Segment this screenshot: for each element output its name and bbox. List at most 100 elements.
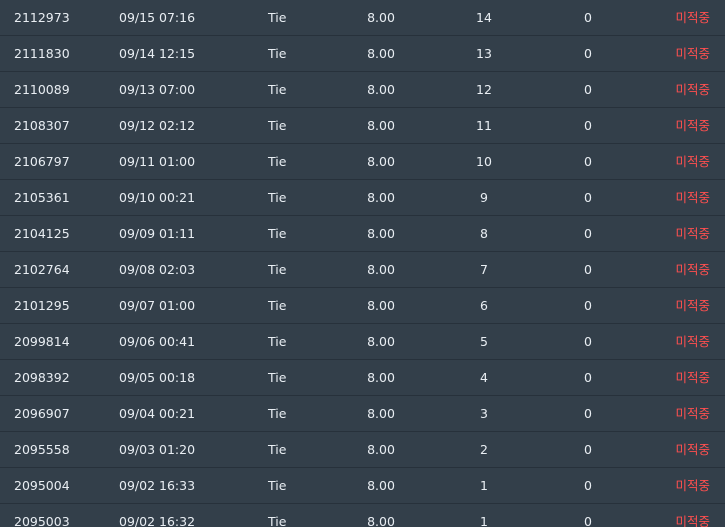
- bet-pick: Tie: [268, 226, 287, 241]
- bet-pick: Tie: [268, 262, 287, 277]
- status-badge: 미적중: [675, 262, 710, 277]
- bet-round: 7: [480, 262, 488, 277]
- bet-win-amount: 0: [584, 514, 592, 527]
- bet-datetime: 09/05 00:18: [119, 370, 196, 385]
- bet-id: 2099814: [14, 334, 70, 349]
- table-row[interactable]: 2112973 09/15 07:16 Tie 8.00 14 0 미적중: [0, 0, 725, 36]
- bet-id: 2101295: [14, 298, 70, 313]
- bet-id: 2112973: [14, 10, 70, 25]
- status-badge: 미적중: [675, 46, 710, 61]
- bet-id: 2108307: [14, 118, 70, 133]
- bet-odds: 8.00: [367, 10, 395, 25]
- bet-pick: Tie: [268, 118, 287, 133]
- bet-pick: Tie: [268, 82, 287, 97]
- bet-id: 2106797: [14, 154, 70, 169]
- table-row[interactable]: 2101295 09/07 01:00 Tie 8.00 6 0 미적중: [0, 288, 725, 324]
- bet-round: 13: [476, 46, 492, 61]
- bet-odds: 8.00: [367, 118, 395, 133]
- status-badge: 미적중: [675, 406, 710, 421]
- status-badge: 미적중: [675, 82, 710, 97]
- status-badge: 미적중: [675, 334, 710, 349]
- bet-pick: Tie: [268, 334, 287, 349]
- table-row[interactable]: 2098392 09/05 00:18 Tie 8.00 4 0 미적중: [0, 360, 725, 396]
- bet-datetime: 09/03 01:20: [119, 442, 196, 457]
- bet-datetime: 09/09 01:11: [119, 226, 196, 241]
- bet-win-amount: 0: [584, 10, 592, 25]
- bet-odds: 8.00: [367, 514, 395, 527]
- table-row[interactable]: 2102764 09/08 02:03 Tie 8.00 7 0 미적중: [0, 252, 725, 288]
- table-row[interactable]: 2099814 09/06 00:41 Tie 8.00 5 0 미적중: [0, 324, 725, 360]
- status-badge: 미적중: [675, 154, 710, 169]
- bet-win-amount: 0: [584, 82, 592, 97]
- status-badge: 미적중: [675, 226, 710, 241]
- bet-datetime: 09/11 01:00: [119, 154, 196, 169]
- bet-pick: Tie: [268, 370, 287, 385]
- bet-round: 3: [480, 406, 488, 421]
- bet-odds: 8.00: [367, 406, 395, 421]
- status-badge: 미적중: [675, 370, 710, 385]
- bet-odds: 8.00: [367, 46, 395, 61]
- bet-round: 1: [480, 514, 488, 527]
- bet-win-amount: 0: [584, 118, 592, 133]
- bet-odds: 8.00: [367, 334, 395, 349]
- bet-win-amount: 0: [584, 442, 592, 457]
- bet-history-table: 2112973 09/15 07:16 Tie 8.00 14 0 미적중 21…: [0, 0, 725, 527]
- bet-pick: Tie: [268, 298, 287, 313]
- bet-datetime: 09/08 02:03: [119, 262, 196, 277]
- bet-id: 2102764: [14, 262, 70, 277]
- bet-odds: 8.00: [367, 226, 395, 241]
- bet-id: 2096907: [14, 406, 70, 421]
- bet-datetime: 09/07 01:00: [119, 298, 196, 313]
- bet-odds: 8.00: [367, 370, 395, 385]
- table-row[interactable]: 2095558 09/03 01:20 Tie 8.00 2 0 미적중: [0, 432, 725, 468]
- bet-id: 2105361: [14, 190, 70, 205]
- status-badge: 미적중: [675, 190, 710, 205]
- bet-odds: 8.00: [367, 82, 395, 97]
- table-row[interactable]: 2110089 09/13 07:00 Tie 8.00 12 0 미적중: [0, 72, 725, 108]
- bet-round: 8: [480, 226, 488, 241]
- table-row[interactable]: 2111830 09/14 12:15 Tie 8.00 13 0 미적중: [0, 36, 725, 72]
- bet-win-amount: 0: [584, 226, 592, 241]
- bet-id: 2111830: [14, 46, 70, 61]
- bet-datetime: 09/12 02:12: [119, 118, 196, 133]
- bet-win-amount: 0: [584, 370, 592, 385]
- bet-id: 2095003: [14, 514, 70, 527]
- bet-id: 2104125: [14, 226, 70, 241]
- bet-win-amount: 0: [584, 190, 592, 205]
- bet-win-amount: 0: [584, 262, 592, 277]
- bet-round: 6: [480, 298, 488, 313]
- table-row[interactable]: 2104125 09/09 01:11 Tie 8.00 8 0 미적중: [0, 216, 725, 252]
- table-row[interactable]: 2108307 09/12 02:12 Tie 8.00 11 0 미적중: [0, 108, 725, 144]
- bet-pick: Tie: [268, 10, 287, 25]
- table-row[interactable]: 2095003 09/02 16:32 Tie 8.00 1 0 미적중: [0, 504, 725, 527]
- bet-id: 2098392: [14, 370, 70, 385]
- bet-datetime: 09/02 16:33: [119, 478, 196, 493]
- bet-round: 9: [480, 190, 488, 205]
- bet-odds: 8.00: [367, 298, 395, 313]
- table-row[interactable]: 2106797 09/11 01:00 Tie 8.00 10 0 미적중: [0, 144, 725, 180]
- bet-datetime: 09/04 00:21: [119, 406, 196, 421]
- bet-round: 10: [476, 154, 492, 169]
- bet-win-amount: 0: [584, 334, 592, 349]
- table-row[interactable]: 2096907 09/04 00:21 Tie 8.00 3 0 미적중: [0, 396, 725, 432]
- bet-id: 2095558: [14, 442, 70, 457]
- bet-round: 5: [480, 334, 488, 349]
- bet-datetime: 09/13 07:00: [119, 82, 196, 97]
- table-row[interactable]: 2095004 09/02 16:33 Tie 8.00 1 0 미적중: [0, 468, 725, 504]
- bet-datetime: 09/10 00:21: [119, 190, 196, 205]
- bet-win-amount: 0: [584, 478, 592, 493]
- bet-odds: 8.00: [367, 478, 395, 493]
- bet-odds: 8.00: [367, 154, 395, 169]
- status-badge: 미적중: [675, 298, 710, 313]
- bet-pick: Tie: [268, 442, 287, 457]
- bet-round: 4: [480, 370, 488, 385]
- bet-round: 11: [476, 118, 492, 133]
- bet-pick: Tie: [268, 406, 287, 421]
- bet-id: 2095004: [14, 478, 70, 493]
- bet-pick: Tie: [268, 46, 287, 61]
- bet-odds: 8.00: [367, 442, 395, 457]
- bet-datetime: 09/15 07:16: [119, 10, 196, 25]
- bet-datetime: 09/02 16:32: [119, 514, 196, 527]
- table-row[interactable]: 2105361 09/10 00:21 Tie 8.00 9 0 미적중: [0, 180, 725, 216]
- status-badge: 미적중: [675, 10, 710, 25]
